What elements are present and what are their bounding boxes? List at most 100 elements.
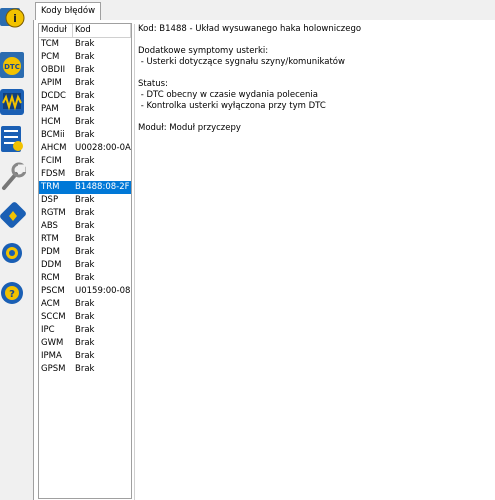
code-cell: Brak — [75, 338, 95, 348]
svg-text:?: ? — [9, 289, 15, 300]
table-row[interactable]: DSP Brak — [39, 194, 131, 207]
code-cell: Brak — [75, 65, 95, 75]
module-cell: ACM — [41, 299, 60, 309]
module-cell: PDM — [41, 247, 61, 257]
module-cell: OBDII — [41, 65, 66, 75]
detail-line: - Usterki dotyczące sygnału szyny/komuni… — [138, 57, 345, 67]
svg-text:DTC: DTC — [4, 63, 20, 71]
code-cell: Brak — [75, 260, 95, 270]
gear-icon[interactable] — [0, 236, 26, 270]
table-row[interactable]: RGTM Brak — [39, 207, 131, 220]
table-row[interactable]: APIM Brak — [39, 77, 131, 90]
help-icon[interactable]: ? — [0, 276, 26, 310]
code-cell: Brak — [75, 273, 95, 283]
detail-line — [138, 112, 492, 123]
dtc-icon[interactable]: DTC — [0, 48, 26, 82]
table-row[interactable]: DCDC Brak — [39, 90, 131, 103]
table-row[interactable]: GPSM Brak — [39, 363, 131, 376]
code-cell: U0159:00-08 — [75, 286, 131, 296]
code-cell: Brak — [75, 195, 95, 205]
column-header-module[interactable]: Moduł — [39, 24, 73, 37]
detail-line — [138, 68, 492, 79]
module-cell: TRM — [41, 182, 60, 192]
info-icon[interactable]: i — [0, 0, 26, 34]
code-cell: Brak — [75, 299, 95, 309]
table-row[interactable]: SCCM Brak — [39, 311, 131, 324]
checklist-icon[interactable] — [0, 122, 26, 156]
table-row[interactable]: ABS Brak — [39, 220, 131, 233]
wrench-icon[interactable] — [0, 160, 26, 194]
code-cell: Brak — [75, 52, 95, 62]
sidebar: i DTC ? — [0, 0, 28, 500]
table-row[interactable]: IPC Brak — [39, 324, 131, 337]
code-cell: Brak — [75, 104, 95, 114]
table-row[interactable]: OBDII Brak — [39, 64, 131, 77]
table-row[interactable]: PDM Brak — [39, 246, 131, 259]
code-cell: U0028:00-0A — [75, 143, 131, 153]
detail-line: Status: — [138, 79, 168, 89]
column-header-code[interactable]: Kod — [73, 24, 131, 37]
code-cell: Brak — [75, 39, 95, 49]
chip-icon[interactable] — [0, 198, 26, 232]
module-cell: AHCM — [41, 143, 67, 153]
table-row[interactable]: PSCM U0159:00-08 — [39, 285, 131, 298]
table-row[interactable]: TRM B1488:08-2F — [39, 181, 131, 194]
module-cell: FCIM — [41, 156, 62, 166]
table-row[interactable]: BCMii Brak — [39, 129, 131, 142]
module-cell: HCM — [41, 117, 61, 127]
table-row[interactable]: PAM Brak — [39, 103, 131, 116]
tab-content: Moduł Kod TCM Brak PCM Brak OBDII Brak APIM Bra… — [33, 20, 495, 500]
code-cell: Brak — [75, 234, 95, 244]
code-cell: Brak — [75, 130, 95, 140]
tab-bar: Kody błędów — [33, 0, 495, 21]
code-cell: Brak — [75, 247, 95, 257]
table-row[interactable]: HCM Brak — [39, 116, 131, 129]
table-row[interactable]: ACM Brak — [39, 298, 131, 311]
code-cell: Brak — [75, 169, 95, 179]
module-cell: DCDC — [41, 91, 66, 101]
table-row[interactable]: FCIM Brak — [39, 155, 131, 168]
table-row[interactable]: PCM Brak — [39, 51, 131, 64]
module-cell: IPMA — [41, 351, 62, 361]
detail-line: - Kontrolka usterki wyłączona przy tym D… — [138, 101, 326, 111]
table-row[interactable]: IPMA Brak — [39, 350, 131, 363]
module-cell: GPSM — [41, 364, 66, 374]
svg-text:i: i — [13, 12, 17, 25]
code-cell: Brak — [75, 78, 95, 88]
oscilloscope-icon[interactable] — [0, 85, 26, 119]
detail-line — [138, 35, 492, 46]
detail-line: - DTC obecny w czasie wydania polecenia — [138, 90, 318, 100]
module-cell: TCM — [41, 39, 59, 49]
module-cell: FDSM — [41, 169, 66, 179]
code-cell: Brak — [75, 221, 95, 231]
module-cell: PAM — [41, 104, 59, 114]
module-cell: RGTM — [41, 208, 66, 218]
tab-kody-bledow[interactable]: Kody błędów — [35, 2, 102, 21]
module-cell: APIM — [41, 78, 62, 88]
table-row[interactable]: RTM Brak — [39, 233, 131, 246]
code-cell: Brak — [75, 208, 95, 218]
dtc-detail-panel: Kod: B1488 - Układ wysuwanego haka holow… — [134, 24, 492, 500]
table-row[interactable]: AHCM U0028:00-0A — [39, 142, 131, 155]
module-cell: PCM — [41, 52, 60, 62]
module-cell: BCMii — [41, 130, 65, 140]
detail-line: Dodatkowe symptomy usterki: — [138, 46, 269, 56]
table-row[interactable]: RCM Brak — [39, 272, 131, 285]
module-cell: DSP — [41, 195, 59, 205]
module-cell: DDM — [41, 260, 62, 270]
code-cell: B1488:08-2F — [75, 182, 130, 192]
table-body: TCM Brak PCM Brak OBDII Brak APIM Brak DCDC Brak P… — [39, 38, 131, 376]
table-row[interactable]: FDSM Brak — [39, 168, 131, 181]
code-cell: Brak — [75, 91, 95, 101]
module-cell: GWM — [41, 338, 64, 348]
table-row[interactable]: GWM Brak — [39, 337, 131, 350]
detail-line: Moduł: Moduł przyczepy — [138, 123, 241, 133]
module-cell: RCM — [41, 273, 60, 283]
code-cell: Brak — [75, 325, 95, 335]
table-row[interactable]: TCM Brak — [39, 38, 131, 51]
table-header: Moduł Kod — [39, 24, 131, 38]
module-cell: SCCM — [41, 312, 66, 322]
code-cell: Brak — [75, 364, 95, 374]
table-row[interactable]: DDM Brak — [39, 259, 131, 272]
code-cell: Brak — [75, 117, 95, 127]
